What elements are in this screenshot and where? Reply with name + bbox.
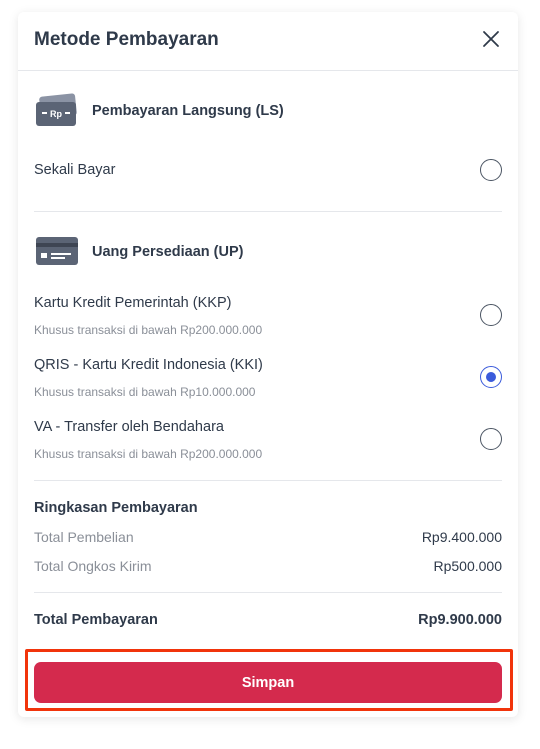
section-up-header: Uang Persediaan (UP) [34, 233, 244, 271]
option-kki-label: QRIS - Kartu Kredit Indonesia (KKI) [34, 357, 263, 373]
close-icon[interactable] [480, 28, 502, 50]
divider [34, 211, 502, 212]
option-kkp-subtitle: Khusus transaksi di bawah Rp200.000.000 [34, 323, 263, 337]
summary-row-value: Rp9.400.000 [421, 529, 502, 545]
option-kkp-label: Kartu Kredit Pemerintah (KKP) [34, 295, 232, 311]
credit-card-icon [36, 237, 78, 265]
payment-method-modal: Metode Pembayaran Rp Pembayaran Langsung… [18, 12, 518, 717]
save-button[interactable]: Simpan [34, 662, 502, 703]
total-payment-label: Total Pembayaran [34, 612, 158, 628]
cash-rp-icon-text: Rp [50, 109, 62, 119]
total-payment-value: Rp9.900.000 [418, 612, 502, 628]
section-ls-label: Pembayaran Langsung (LS) [92, 103, 284, 119]
divider [34, 592, 502, 593]
radio-kkp[interactable] [480, 304, 502, 326]
summary-row-label: Total Ongkos Kirim [34, 558, 152, 574]
radio-va[interactable] [480, 428, 502, 450]
radio-kki[interactable] [480, 366, 502, 388]
summary-title: Ringkasan Pembayaran [34, 500, 198, 516]
section-ls-header: Rp Pembayaran Langsung (LS) [34, 92, 284, 130]
option-va-label: VA - Transfer oleh Bendahara [34, 419, 224, 435]
option-va-subtitle: Khusus transaksi di bawah Rp200.000.000 [34, 447, 263, 461]
summary-row-label: Total Pembelian [34, 529, 134, 545]
option-kki-subtitle: Khusus transaksi di bawah Rp10.000.000 [34, 385, 256, 399]
option-sekali-bayar-label: Sekali Bayar [34, 162, 116, 178]
modal-title: Metode Pembayaran [34, 29, 219, 50]
divider [34, 480, 502, 481]
section-up-label: Uang Persediaan (UP) [92, 244, 244, 260]
summary-row-value: Rp500.000 [433, 558, 502, 574]
radio-sekali-bayar[interactable] [480, 159, 502, 181]
cash-rp-icon: Rp [36, 93, 77, 126]
modal-header: Metode Pembayaran [18, 12, 518, 71]
